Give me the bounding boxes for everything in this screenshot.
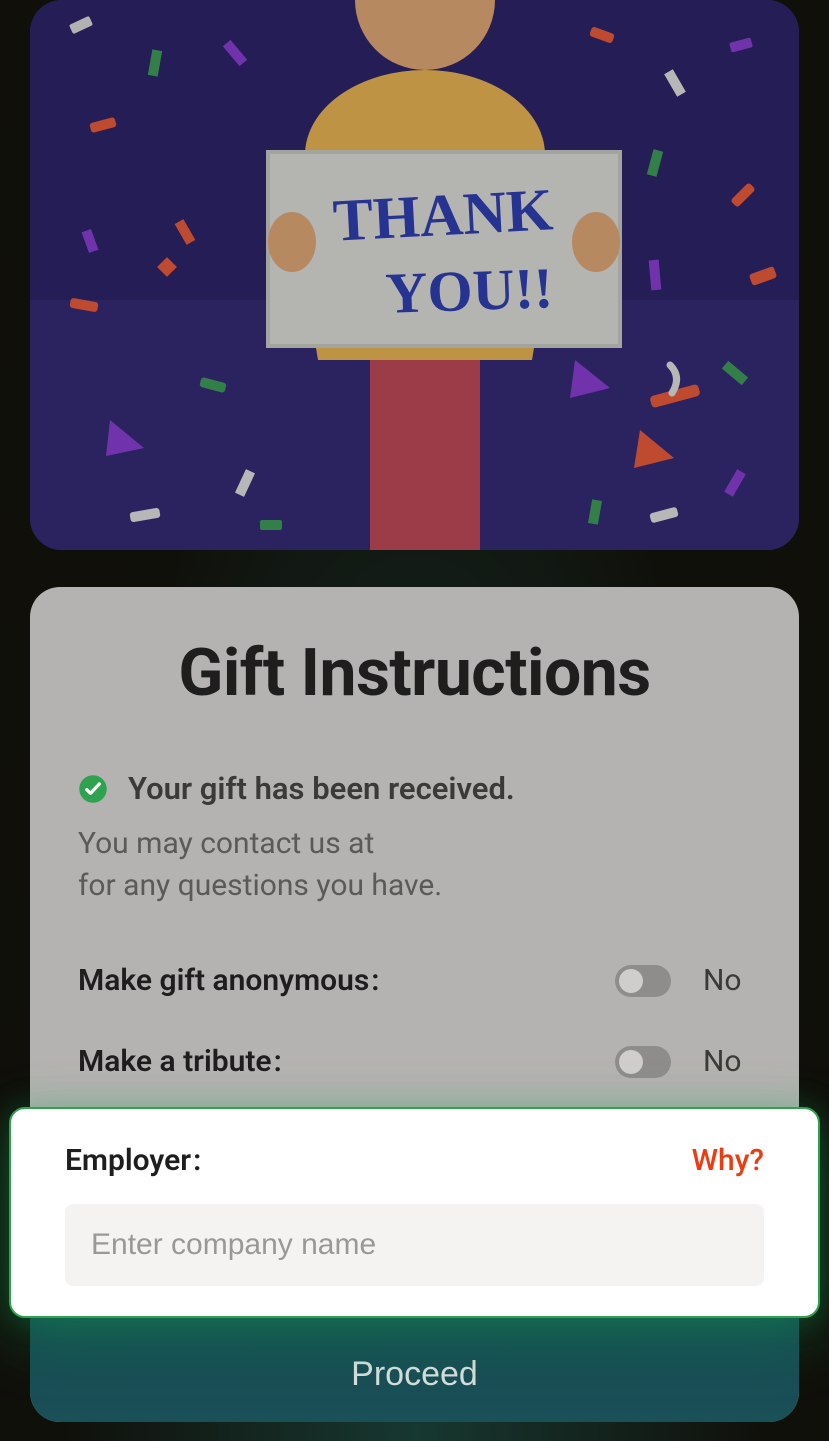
employer-card: Employer: Why? bbox=[9, 1107, 820, 1318]
option-anonymous-label: Make gift anonymous: bbox=[78, 963, 615, 998]
option-tribute-label: Make a tribute: bbox=[78, 1044, 615, 1079]
toggle-anonymous-state: No bbox=[703, 963, 751, 998]
status-row: Your gift has been received. bbox=[78, 770, 751, 807]
option-anonymous-row: Make gift anonymous: No bbox=[78, 963, 751, 998]
toggle-tribute-state: No bbox=[703, 1044, 751, 1079]
employer-why-link[interactable]: Why? bbox=[692, 1143, 764, 1178]
thank-you-illustration: THANK YOU!! bbox=[30, 0, 799, 550]
employer-label: Employer: bbox=[65, 1143, 201, 1178]
contact-line-1: You may contact us at bbox=[78, 826, 374, 861]
employer-label-text: Employer bbox=[65, 1143, 191, 1178]
option-anonymous-label-text: Make gift anonymous bbox=[78, 963, 369, 998]
proceed-button[interactable]: Proceed bbox=[30, 1317, 799, 1422]
proceed-button-label: Proceed bbox=[351, 1355, 478, 1394]
toggle-anonymous[interactable] bbox=[615, 965, 671, 997]
contact-text: You may contact us at for any questions … bbox=[78, 823, 751, 907]
status-text: Your gift has been received. bbox=[128, 770, 515, 807]
check-circle-icon bbox=[78, 774, 108, 804]
employer-input[interactable] bbox=[65, 1204, 764, 1286]
toggle-tribute[interactable] bbox=[615, 1046, 671, 1078]
employer-header: Employer: Why? bbox=[65, 1143, 764, 1178]
option-tribute-row: Make a tribute: No bbox=[78, 1044, 751, 1079]
contact-line-2: for any questions you have. bbox=[78, 868, 442, 903]
thank-you-hero-card: THANK YOU!! bbox=[30, 0, 799, 550]
panel-title: Gift Instructions bbox=[78, 635, 751, 712]
option-tribute-label-text: Make a tribute bbox=[78, 1044, 272, 1079]
